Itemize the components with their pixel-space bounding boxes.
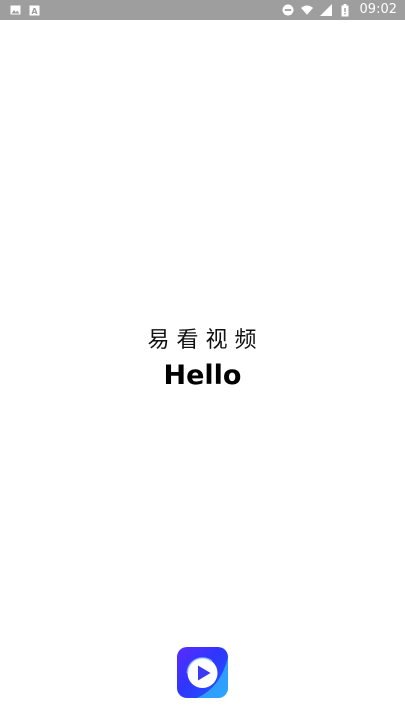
image-icon bbox=[9, 4, 21, 16]
status-time: 09:02 bbox=[359, 2, 397, 17]
a-icon: A bbox=[28, 4, 40, 16]
status-bar: A 09:02 bbox=[0, 0, 405, 20]
battery-icon bbox=[339, 3, 351, 16]
status-right-icons: 09:02 bbox=[282, 0, 397, 20]
signal-icon bbox=[319, 4, 332, 16]
greeting-text: Hello bbox=[163, 360, 242, 391]
svg-text:A: A bbox=[31, 7, 38, 16]
app-logo bbox=[177, 647, 228, 698]
app-name-title: 易看视频 bbox=[147, 328, 264, 353]
splash-screen: A 09:02 易看视频 Hello bbox=[0, 0, 405, 720]
status-left-icons: A bbox=[9, 4, 40, 16]
do-not-disturb-icon bbox=[282, 4, 294, 16]
play-logo-icon bbox=[177, 647, 228, 698]
wifi-icon bbox=[300, 4, 313, 16]
